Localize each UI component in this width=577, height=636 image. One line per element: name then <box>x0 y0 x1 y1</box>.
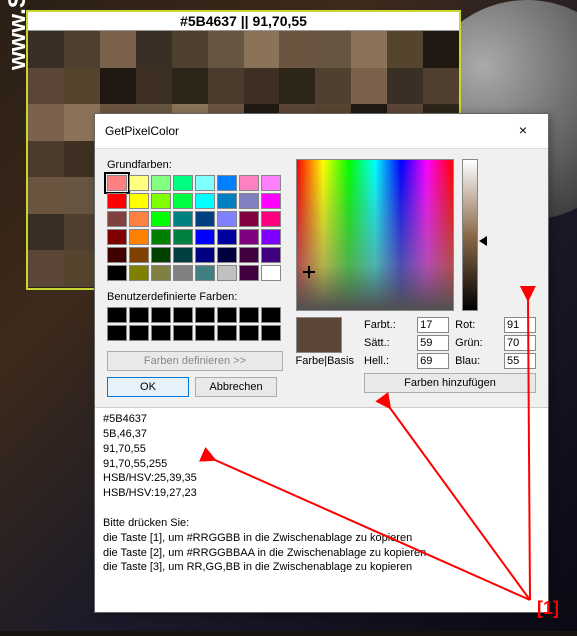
annotation-label: [1] <box>537 598 559 619</box>
basic-swatch[interactable] <box>195 193 215 209</box>
basic-swatch[interactable] <box>173 175 193 191</box>
basic-swatch[interactable] <box>261 175 281 191</box>
basic-swatch[interactable] <box>217 265 237 281</box>
basic-swatch[interactable] <box>107 247 127 263</box>
basic-swatch[interactable] <box>195 247 215 263</box>
preview-label: Farbe|Basis <box>296 355 355 367</box>
custom-swatch[interactable] <box>173 307 193 323</box>
basic-swatch[interactable] <box>217 175 237 191</box>
ok-button[interactable]: OK <box>107 377 189 397</box>
crosshair-icon <box>303 266 315 278</box>
custom-swatch[interactable] <box>261 325 281 341</box>
basic-swatch[interactable] <box>261 229 281 245</box>
hue-input[interactable] <box>417 317 449 333</box>
add-colors-button[interactable]: Farben hinzufügen <box>364 373 536 393</box>
grn-input[interactable] <box>504 335 536 351</box>
basic-swatch[interactable] <box>261 211 281 227</box>
basic-swatch[interactable] <box>173 211 193 227</box>
custom-swatch[interactable] <box>129 325 149 341</box>
basic-swatch[interactable] <box>217 229 237 245</box>
hue-label: Farbt.: <box>364 319 411 331</box>
basic-swatch[interactable] <box>151 211 171 227</box>
custom-swatch[interactable] <box>261 307 281 323</box>
basic-swatch[interactable] <box>261 247 281 263</box>
basic-swatch[interactable] <box>173 247 193 263</box>
basic-swatch[interactable] <box>129 229 149 245</box>
basic-swatch[interactable] <box>107 229 127 245</box>
define-colors-button[interactable]: Farben definieren >> <box>107 351 283 371</box>
sat-input[interactable] <box>417 335 449 351</box>
basic-swatch[interactable] <box>173 265 193 281</box>
custom-swatch[interactable] <box>239 307 259 323</box>
custom-colors-label: Benutzerdefinierte Farben: <box>107 291 286 303</box>
basic-swatch[interactable] <box>129 193 149 209</box>
cancel-button[interactable]: Abbrechen <box>195 377 277 397</box>
dialog-title: GetPixelColor <box>105 124 179 138</box>
basic-swatch[interactable] <box>107 211 127 227</box>
custom-swatch[interactable] <box>151 307 171 323</box>
basic-swatch[interactable] <box>129 247 149 263</box>
basic-swatch[interactable] <box>239 265 259 281</box>
basic-swatch[interactable] <box>107 193 127 209</box>
basic-swatch[interactable] <box>195 175 215 191</box>
lum-input[interactable] <box>417 353 449 369</box>
custom-swatch[interactable] <box>195 325 215 341</box>
basic-swatch[interactable] <box>151 193 171 209</box>
blu-label: Blau: <box>455 355 498 367</box>
basic-swatch[interactable] <box>239 175 259 191</box>
close-button[interactable]: × <box>506 120 540 142</box>
basic-swatch[interactable] <box>129 265 149 281</box>
zoom-title: #5B4637 || 91,70,55 <box>28 12 459 31</box>
basic-swatch[interactable] <box>173 229 193 245</box>
blu-input[interactable] <box>504 353 536 369</box>
basic-swatch[interactable] <box>129 175 149 191</box>
custom-swatch[interactable] <box>107 325 127 341</box>
basic-swatch[interactable] <box>239 247 259 263</box>
basic-swatch[interactable] <box>239 193 259 209</box>
basic-swatch[interactable] <box>239 229 259 245</box>
color-picker-dialog: GetPixelColor × Grundfarben: Benutzerdef… <box>94 113 549 613</box>
basic-swatch[interactable] <box>217 193 237 209</box>
basic-swatch[interactable] <box>173 193 193 209</box>
custom-swatch[interactable] <box>107 307 127 323</box>
custom-color-palette <box>107 307 286 341</box>
basic-swatch[interactable] <box>195 265 215 281</box>
basic-swatch[interactable] <box>151 229 171 245</box>
basic-colors-label: Grundfarben: <box>107 159 286 171</box>
custom-swatch[interactable] <box>217 307 237 323</box>
dialog-titlebar[interactable]: GetPixelColor × <box>95 114 548 149</box>
custom-swatch[interactable] <box>239 325 259 341</box>
basic-swatch[interactable] <box>239 211 259 227</box>
output-text[interactable]: #5B4637 5B,46,37 91,70,55 91,70,55,255 H… <box>95 408 548 572</box>
red-label: Rot: <box>455 319 498 331</box>
custom-swatch[interactable] <box>217 325 237 341</box>
basic-swatch[interactable] <box>195 211 215 227</box>
custom-swatch[interactable] <box>129 307 149 323</box>
color-preview <box>296 317 342 353</box>
custom-swatch[interactable] <box>173 325 193 341</box>
basic-swatch[interactable] <box>151 265 171 281</box>
basic-swatch[interactable] <box>107 175 127 191</box>
basic-swatch[interactable] <box>261 265 281 281</box>
custom-swatch[interactable] <box>195 307 215 323</box>
basic-swatch[interactable] <box>195 229 215 245</box>
luminance-slider[interactable] <box>462 159 478 311</box>
custom-swatch[interactable] <box>151 325 171 341</box>
lum-label: Hell.: <box>364 355 411 367</box>
color-field[interactable] <box>296 159 454 311</box>
basic-swatch[interactable] <box>107 265 127 281</box>
basic-swatch[interactable] <box>129 211 149 227</box>
grn-label: Grün: <box>455 337 498 349</box>
basic-swatch[interactable] <box>151 247 171 263</box>
basic-color-palette <box>107 175 286 281</box>
basic-swatch[interactable] <box>151 175 171 191</box>
slider-arrow-icon <box>479 236 487 246</box>
basic-swatch[interactable] <box>261 193 281 209</box>
red-input[interactable] <box>504 317 536 333</box>
basic-swatch[interactable] <box>217 211 237 227</box>
basic-swatch[interactable] <box>217 247 237 263</box>
sat-label: Sätt.: <box>364 337 411 349</box>
